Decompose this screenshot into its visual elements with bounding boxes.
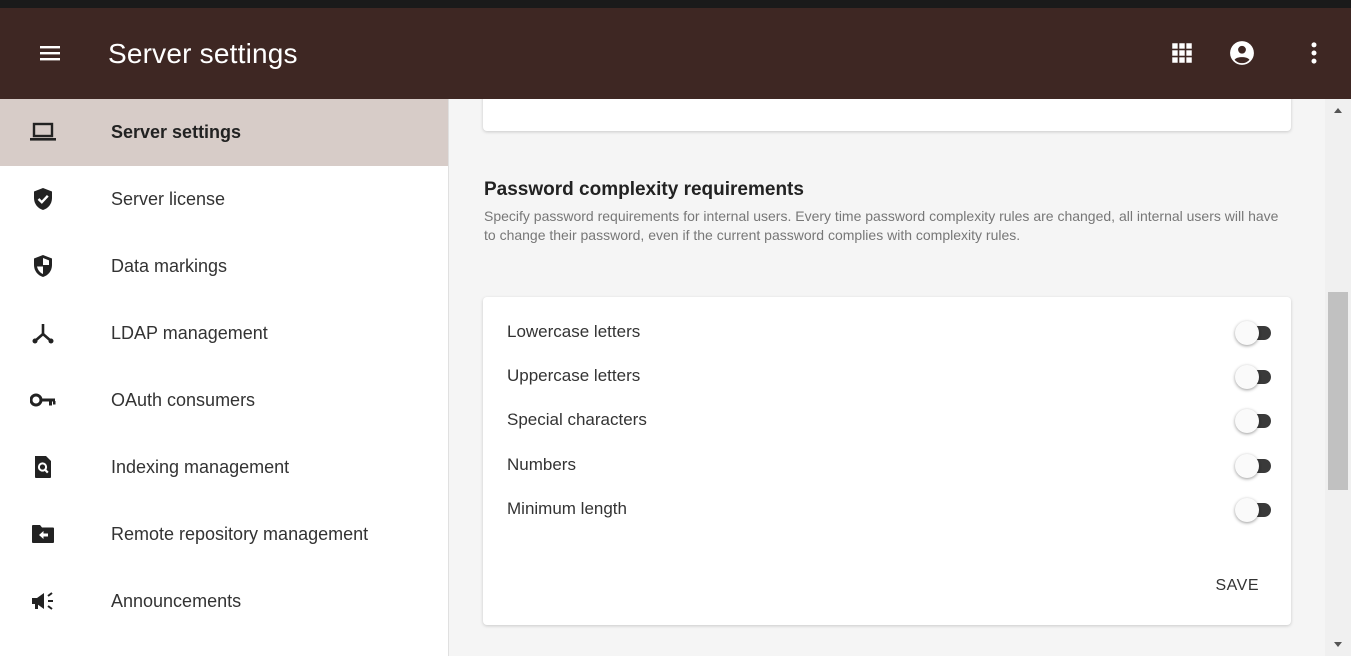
special-characters-toggle[interactable] <box>1235 409 1271 433</box>
toggle-thumb <box>1235 409 1259 433</box>
laptop-icon <box>30 120 56 144</box>
megaphone-icon <box>30 589 56 613</box>
main-content: Password complexity requirements Specify… <box>449 99 1325 656</box>
password-requirements-card: Lowercase letters Uppercase letters Spec… <box>483 297 1291 625</box>
sidebar-item-label: Remote repository management <box>111 524 369 544</box>
option-label: Special characters <box>507 410 647 429</box>
verified-shield-icon <box>30 187 56 211</box>
sidebar-item-ldap-management[interactable]: LDAP management <box>0 300 448 367</box>
section-title: Password complexity requirements <box>484 179 804 200</box>
top-app-bar: Server settings <box>0 8 1351 99</box>
key-icon <box>30 388 56 412</box>
sidebar-item-announcements[interactable]: Announcements <box>0 568 448 635</box>
hierarchy-icon <box>30 321 56 345</box>
hamburger-menu-icon[interactable] <box>38 41 62 65</box>
toggle-thumb <box>1235 321 1259 345</box>
option-minimum-length: Minimum length <box>507 494 1271 526</box>
scroll-up-arrow-icon[interactable] <box>1325 99 1351 121</box>
page-title: Server settings <box>108 38 298 69</box>
option-special-characters: Special characters <box>507 405 1271 437</box>
uppercase-letters-toggle[interactable] <box>1235 365 1271 389</box>
sidebar-item-server-license[interactable]: Server license <box>0 166 448 233</box>
sidebar-item-oauth-consumers[interactable]: OAuth consumers <box>0 367 448 434</box>
apps-grid-icon[interactable] <box>1169 40 1195 66</box>
option-numbers: Numbers <box>507 450 1271 482</box>
sidebar-item-remote-repository-management[interactable]: Remote repository management <box>0 501 448 568</box>
toggle-thumb <box>1235 454 1259 478</box>
sidebar-item-label: LDAP management <box>111 323 268 343</box>
sidebar: Server settings Server license Data mark… <box>0 99 449 656</box>
option-label: Uppercase letters <box>507 366 641 385</box>
more-vert-icon[interactable] <box>1301 40 1327 66</box>
scroll-down-arrow-icon[interactable] <box>1325 634 1351 656</box>
minimum-length-toggle[interactable] <box>1235 498 1271 522</box>
toggle-thumb <box>1235 365 1259 389</box>
section-description: Specify password requirements for intern… <box>484 208 1279 243</box>
sidebar-item-data-markings[interactable]: Data markings <box>0 233 448 300</box>
lowercase-letters-toggle[interactable] <box>1235 321 1271 345</box>
sidebar-item-label: Server settings <box>111 122 242 142</box>
option-label: Minimum length <box>507 499 627 518</box>
sidebar-item-label: Data markings <box>111 256 228 276</box>
account-circle-icon[interactable] <box>1229 40 1255 66</box>
find-in-page-icon <box>30 455 56 479</box>
option-uppercase-letters: Uppercase letters <box>507 361 1271 393</box>
option-label: Numbers <box>507 455 576 474</box>
sidebar-item-label: Indexing management <box>111 457 290 477</box>
sidebar-item-label: Server license <box>111 189 226 209</box>
numbers-toggle[interactable] <box>1235 454 1271 478</box>
sidebar-item-indexing-management[interactable]: Indexing management <box>0 434 448 501</box>
sidebar-item-label: OAuth consumers <box>111 390 256 410</box>
sidebar-item-label: Announcements <box>111 591 242 611</box>
save-button[interactable]: SAVE <box>1204 571 1272 601</box>
sidebar-item-server-settings[interactable]: Server settings <box>0 99 448 166</box>
previous-settings-card <box>483 99 1291 131</box>
option-label: Lowercase letters <box>507 322 641 341</box>
option-lowercase-letters: Lowercase letters <box>507 317 1271 349</box>
vertical-scrollbar[interactable] <box>1325 99 1351 656</box>
folder-arrow-icon <box>30 522 56 546</box>
security-shield-icon <box>30 254 56 278</box>
scrollbar-thumb[interactable] <box>1328 292 1348 490</box>
toggle-thumb <box>1235 498 1259 522</box>
